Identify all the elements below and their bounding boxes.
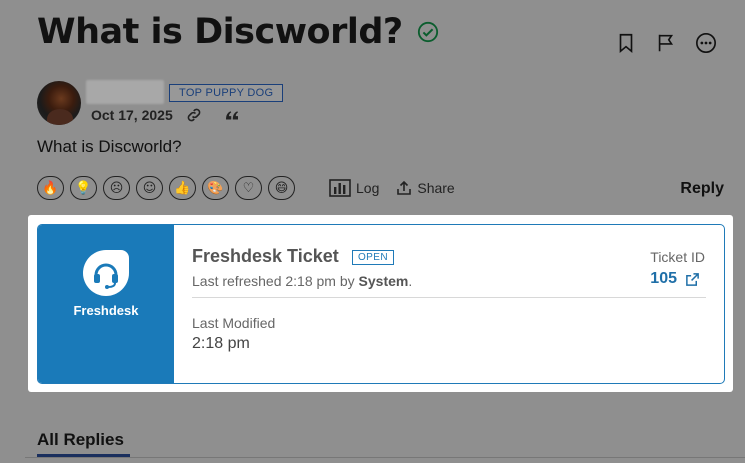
title-row: What is Discworld?	[37, 12, 439, 52]
flag-icon[interactable]	[655, 32, 677, 54]
laugh-icon[interactable]: 😄	[268, 176, 295, 200]
card-divider	[192, 297, 706, 298]
bookmark-icon[interactable]	[615, 32, 637, 54]
last-modified-label: Last Modified	[192, 315, 276, 331]
role-badge: TOP PUPPY DOG	[169, 84, 284, 102]
ticket-id-link[interactable]: 105	[650, 270, 700, 288]
external-link-icon	[686, 272, 699, 286]
last-refreshed-text: Last refreshed 2:18 pm by System.	[192, 273, 413, 289]
log-label: Log	[356, 180, 380, 196]
heart-icon[interactable]: ♡	[235, 176, 262, 200]
ticket-id-value: 105	[650, 270, 677, 287]
replies-divider	[25, 457, 745, 458]
freshdesk-logo-icon	[83, 250, 129, 296]
last-modified-value: 2:18 pm	[192, 335, 250, 352]
palette-icon[interactable]: 🎨	[202, 176, 229, 200]
brand-name: Freshdesk	[73, 303, 139, 318]
bar-chart-icon	[329, 179, 351, 197]
check-circle-icon	[417, 21, 438, 43]
post-actions	[615, 32, 717, 54]
quote-icon[interactable]	[223, 106, 241, 124]
smile-icon[interactable]: ☺	[136, 176, 163, 200]
avatar[interactable]	[37, 81, 81, 125]
log-button[interactable]: Log	[329, 179, 379, 197]
fire-icon[interactable]: 🔥	[37, 176, 64, 200]
more-horizontal-icon[interactable]	[695, 32, 717, 54]
post-body: What is Discworld?	[37, 137, 182, 156]
reply-button[interactable]: Reply	[680, 180, 724, 198]
lightbulb-icon[interactable]: 💡	[70, 176, 97, 200]
freshdesk-ticket-card[interactable]: Freshdesk Freshdesk Ticket OPEN Last ref…	[37, 224, 725, 384]
status-badge: OPEN	[352, 250, 394, 265]
share-icon	[397, 180, 412, 195]
frown-icon[interactable]: ☹	[103, 176, 130, 200]
share-button[interactable]: Share	[396, 180, 455, 196]
reaction-bar: 🔥 💡 ☹ ☺ 👍 🎨 ♡ 😄 Log Share	[37, 176, 455, 200]
tab-all-replies[interactable]: All Replies	[37, 430, 124, 450]
username-redacted[interactable]	[86, 80, 164, 104]
link-icon[interactable]	[185, 106, 203, 124]
page-title: What is Discworld?	[37, 12, 403, 52]
ticket-id-label: Ticket ID	[650, 249, 705, 265]
thumbs-up-icon[interactable]: 👍	[169, 176, 196, 200]
card-title: Freshdesk Ticket	[192, 246, 339, 266]
share-label: Share	[417, 180, 455, 196]
post-meta: Oct 17, 2025	[91, 106, 241, 124]
card-brand-panel: Freshdesk	[38, 225, 174, 383]
post-date: Oct 17, 2025	[91, 107, 173, 123]
